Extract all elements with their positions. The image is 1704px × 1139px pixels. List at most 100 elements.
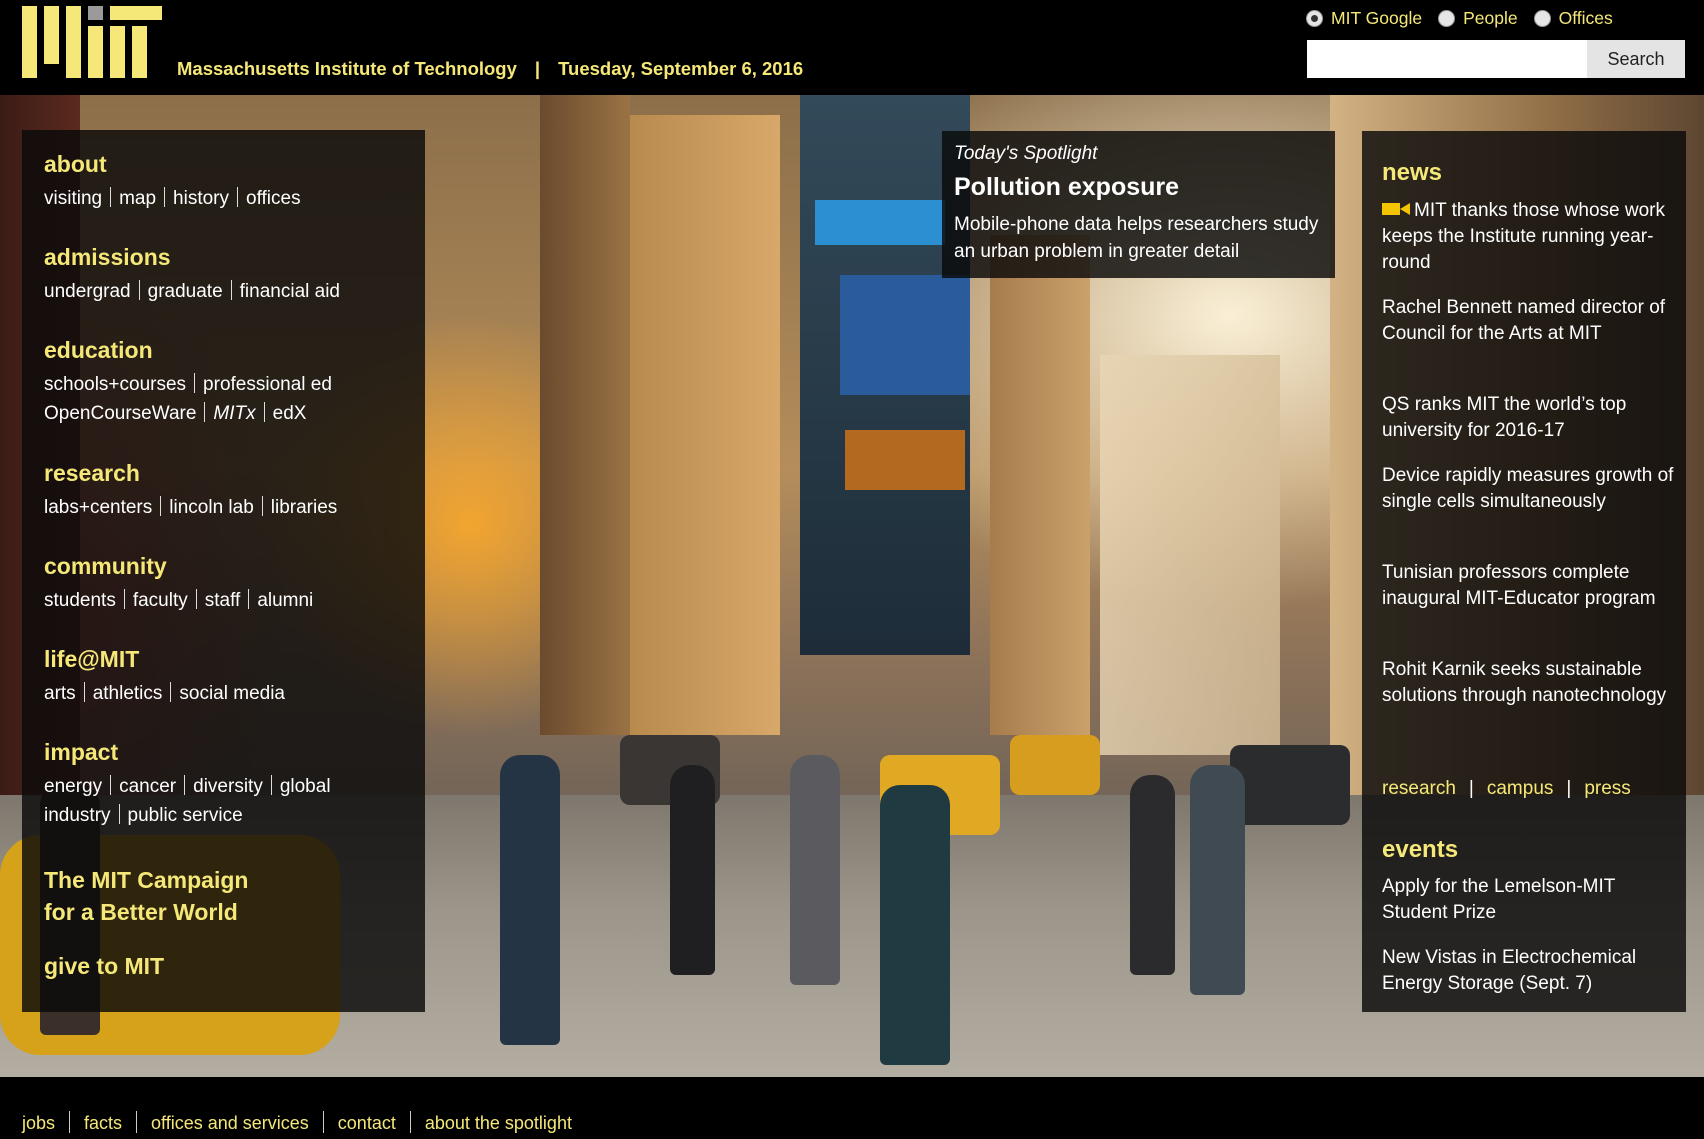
nav-heading-research[interactable]: research	[44, 459, 337, 487]
nav-link-visiting[interactable]: visiting	[44, 188, 102, 209]
nav-link-graduate[interactable]: graduate	[148, 281, 223, 302]
nav-link-staff[interactable]: staff	[205, 590, 241, 611]
spotlight-title[interactable]: Pollution exposure	[954, 173, 1179, 202]
event-item-text[interactable]: New Vistas in Electrochemical Energy Sto…	[1382, 947, 1636, 994]
link-divider	[123, 589, 125, 609]
nav-section-community: community students faculty staff alumni	[44, 552, 313, 615]
scope-label: People	[1463, 8, 1518, 28]
link-divider	[110, 775, 112, 795]
campaign-line-2[interactable]: for a Better World	[44, 896, 248, 928]
news-link-press[interactable]: press	[1584, 778, 1630, 799]
link-divider	[204, 402, 206, 422]
nav-heading-admissions[interactable]: admissions	[44, 243, 340, 271]
billboard-shape	[845, 430, 965, 490]
campaign-line-1[interactable]: The MIT Campaign	[44, 864, 248, 896]
scope-mit-google[interactable]: MIT Google	[1306, 8, 1422, 29]
nav-link-labs-centers[interactable]: labs+centers	[44, 497, 152, 518]
news-link-research[interactable]: research	[1382, 778, 1456, 799]
news-item[interactable]: Rohit Karnik seeks sustainable solutions…	[1382, 657, 1677, 709]
nav-heading-education[interactable]: education	[44, 336, 332, 364]
nav-links-life: arts athletics social media	[44, 679, 285, 708]
search-button[interactable]: Search	[1587, 40, 1685, 78]
event-item-text[interactable]: Apply for the Lemelson-MIT Student Prize	[1382, 876, 1615, 923]
nav-link-financial-aid[interactable]: financial aid	[240, 281, 340, 302]
search-input[interactable]	[1307, 40, 1587, 78]
spotlight-box[interactable]: Today's Spotlight Pollution exposure Mob…	[942, 131, 1335, 278]
events-heading[interactable]: events	[1382, 836, 1458, 864]
link-divider	[194, 373, 196, 393]
link-divider	[69, 1111, 71, 1133]
nav-link-industry[interactable]: industry	[44, 805, 111, 826]
nav-link-cancer[interactable]: cancer	[119, 776, 176, 797]
pedestrian-shape	[1130, 775, 1175, 975]
news-item-text[interactable]: QS ranks MIT the world’s top university …	[1382, 394, 1626, 441]
site-title: Massachusetts Institute of Technology | Tu…	[177, 58, 803, 80]
billboard-shape	[815, 200, 945, 245]
link-divider	[164, 187, 166, 207]
spotlight-description[interactable]: Mobile-phone data helps researchers stud…	[954, 211, 1334, 265]
nav-link-lincoln-lab[interactable]: lincoln lab	[169, 497, 254, 518]
nav-link-opencourseware[interactable]: OpenCourseWare	[44, 403, 196, 424]
car-shape	[1230, 745, 1350, 825]
footer-link-contact[interactable]: contact	[338, 1113, 396, 1133]
news-item[interactable]: Tunisian professors complete inaugural M…	[1382, 560, 1677, 612]
news-item[interactable]: QS ranks MIT the world’s top university …	[1382, 392, 1677, 444]
news-link-campus[interactable]: campus	[1487, 778, 1554, 799]
footer-link-about-spotlight[interactable]: about the spotlight	[425, 1113, 572, 1133]
scope-people[interactable]: People	[1438, 8, 1518, 29]
event-item[interactable]: Apply for the Lemelson-MIT Student Prize	[1382, 874, 1677, 926]
scope-offices[interactable]: Offices	[1533, 8, 1613, 29]
news-heading[interactable]: news	[1382, 159, 1442, 187]
nav-link-arts[interactable]: arts	[44, 683, 76, 704]
footer-link-jobs[interactable]: jobs	[22, 1113, 55, 1133]
nav-link-professional-ed[interactable]: professional ed	[203, 374, 332, 395]
news-item-text[interactable]: Rachel Bennett named director of Council…	[1382, 297, 1665, 344]
footer-link-offices-services[interactable]: offices and services	[151, 1113, 309, 1133]
event-item[interactable]: New Vistas in Electrochemical Energy Sto…	[1382, 945, 1677, 997]
nav-link-students[interactable]: students	[44, 590, 116, 611]
footer-link-facts[interactable]: facts	[84, 1113, 122, 1133]
news-item-text[interactable]: Rohit Karnik seeks sustainable solutions…	[1382, 659, 1666, 706]
news-item[interactable]: Rachel Bennett named director of Council…	[1382, 295, 1677, 347]
radio-icon[interactable]	[1306, 10, 1323, 27]
nav-link-map[interactable]: map	[119, 188, 156, 209]
nav-link-offices[interactable]: offices	[246, 188, 301, 209]
institute-name[interactable]: Massachusetts Institute of Technology	[177, 58, 517, 79]
nav-links-education: schools+courses professional ed OpenCours…	[44, 370, 332, 428]
news-panel: news MIT thanks those whose work keeps t…	[1362, 131, 1686, 1012]
radio-icon[interactable]	[1438, 10, 1456, 27]
nav-link-global[interactable]: global	[280, 776, 331, 797]
nav-link-faculty[interactable]: faculty	[133, 590, 188, 611]
nav-link-undergrad[interactable]: undergrad	[44, 281, 131, 302]
news-item-text[interactable]: MIT thanks those whose work keeps the In…	[1382, 200, 1665, 273]
nav-link-edx[interactable]: edX	[273, 403, 307, 424]
news-item[interactable]: Device rapidly measures growth of single…	[1382, 463, 1677, 515]
scope-label: MIT Google	[1331, 8, 1423, 28]
nav-link-libraries[interactable]: libraries	[271, 497, 338, 518]
nav-heading-impact[interactable]: impact	[44, 738, 331, 766]
nav-heading-about[interactable]: about	[44, 150, 301, 178]
link-divider	[118, 804, 120, 824]
mit-logo[interactable]	[22, 6, 162, 78]
link-divider	[160, 496, 162, 516]
news-item-text[interactable]: Device rapidly measures growth of single…	[1382, 465, 1673, 512]
news-item[interactable]: MIT thanks those whose work keeps the In…	[1382, 198, 1677, 276]
taxi-shape	[1010, 735, 1100, 795]
news-item-text[interactable]: Tunisian professors complete inaugural M…	[1382, 562, 1656, 609]
nav-heading-community[interactable]: community	[44, 552, 313, 580]
campaign-link[interactable]: The MIT Campaign for a Better World	[44, 864, 248, 928]
nav-link-diversity[interactable]: diversity	[193, 776, 263, 797]
give-to-mit-link[interactable]: give to MIT	[44, 950, 164, 982]
nav-link-energy[interactable]: energy	[44, 776, 102, 797]
nav-link-social-media[interactable]: social media	[179, 683, 285, 704]
nav-link-mitx[interactable]: MITx	[213, 403, 255, 424]
nav-link-history[interactable]: history	[173, 188, 229, 209]
nav-link-alumni[interactable]: alumni	[257, 590, 313, 611]
nav-link-schools-courses[interactable]: schools+courses	[44, 374, 186, 395]
billboard-shape	[840, 275, 970, 395]
nav-link-public-service[interactable]: public service	[128, 805, 243, 826]
site-footer: jobs facts offices and services contact abou…	[0, 1077, 1704, 1139]
radio-icon[interactable]	[1533, 10, 1551, 27]
nav-heading-life[interactable]: life@MIT	[44, 645, 285, 673]
nav-link-athletics[interactable]: athletics	[93, 683, 163, 704]
